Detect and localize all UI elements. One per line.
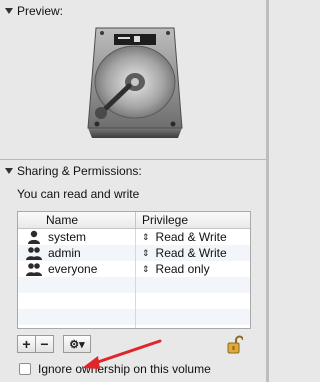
sharing-section-header[interactable]: Sharing & Permissions: bbox=[0, 163, 142, 179]
table-header: Name Privilege bbox=[18, 212, 250, 229]
group-icon bbox=[26, 247, 42, 260]
add-button[interactable]: + bbox=[17, 335, 36, 353]
hard-drive-icon bbox=[87, 27, 183, 138]
section-divider bbox=[0, 159, 269, 160]
red-arrow-annotation bbox=[82, 339, 162, 369]
lock-icon[interactable] bbox=[227, 335, 243, 355]
user-name: admin bbox=[48, 246, 81, 260]
preview-section-header[interactable]: Preview: bbox=[0, 3, 63, 19]
column-header-privilege[interactable]: Privilege bbox=[136, 212, 250, 228]
updown-arrows-icon[interactable]: ⇕ bbox=[142, 232, 150, 242]
table-row[interactable]: system ⇕ Read & Write bbox=[18, 229, 250, 245]
empty-row bbox=[18, 325, 250, 328]
remove-button[interactable]: − bbox=[35, 335, 54, 353]
empty-row bbox=[18, 277, 250, 293]
privilege-value[interactable]: Read & Write bbox=[156, 230, 227, 244]
updown-arrows-icon[interactable]: ⇕ bbox=[142, 248, 150, 258]
empty-row bbox=[18, 293, 250, 309]
ignore-ownership-checkbox[interactable] bbox=[19, 363, 31, 375]
privilege-value[interactable]: Read & Write bbox=[156, 246, 227, 260]
scrollbar[interactable] bbox=[266, 0, 269, 160]
permissions-table[interactable]: Name Privilege system ⇕ Read & Write adm… bbox=[17, 211, 251, 329]
column-header-name[interactable]: Name bbox=[18, 212, 136, 228]
scrollbar[interactable] bbox=[266, 160, 269, 382]
sharing-title: Sharing & Permissions: bbox=[17, 164, 142, 178]
disclosure-triangle-icon[interactable] bbox=[5, 8, 13, 14]
preview-title: Preview: bbox=[17, 4, 64, 18]
table-row[interactable]: admin ⇕ Read & Write bbox=[18, 245, 250, 261]
empty-row bbox=[18, 309, 250, 325]
user-name: system bbox=[48, 230, 87, 244]
group-icon bbox=[26, 263, 42, 276]
privilege-value[interactable]: Read only bbox=[156, 262, 210, 276]
updown-arrows-icon[interactable]: ⇕ bbox=[142, 264, 150, 274]
disclosure-triangle-icon[interactable] bbox=[5, 168, 13, 174]
single-user-icon bbox=[28, 230, 40, 244]
table-row[interactable]: everyone ⇕ Read only bbox=[18, 261, 250, 277]
user-name: everyone bbox=[48, 262, 98, 276]
permission-summary: You can read and write bbox=[17, 187, 140, 201]
